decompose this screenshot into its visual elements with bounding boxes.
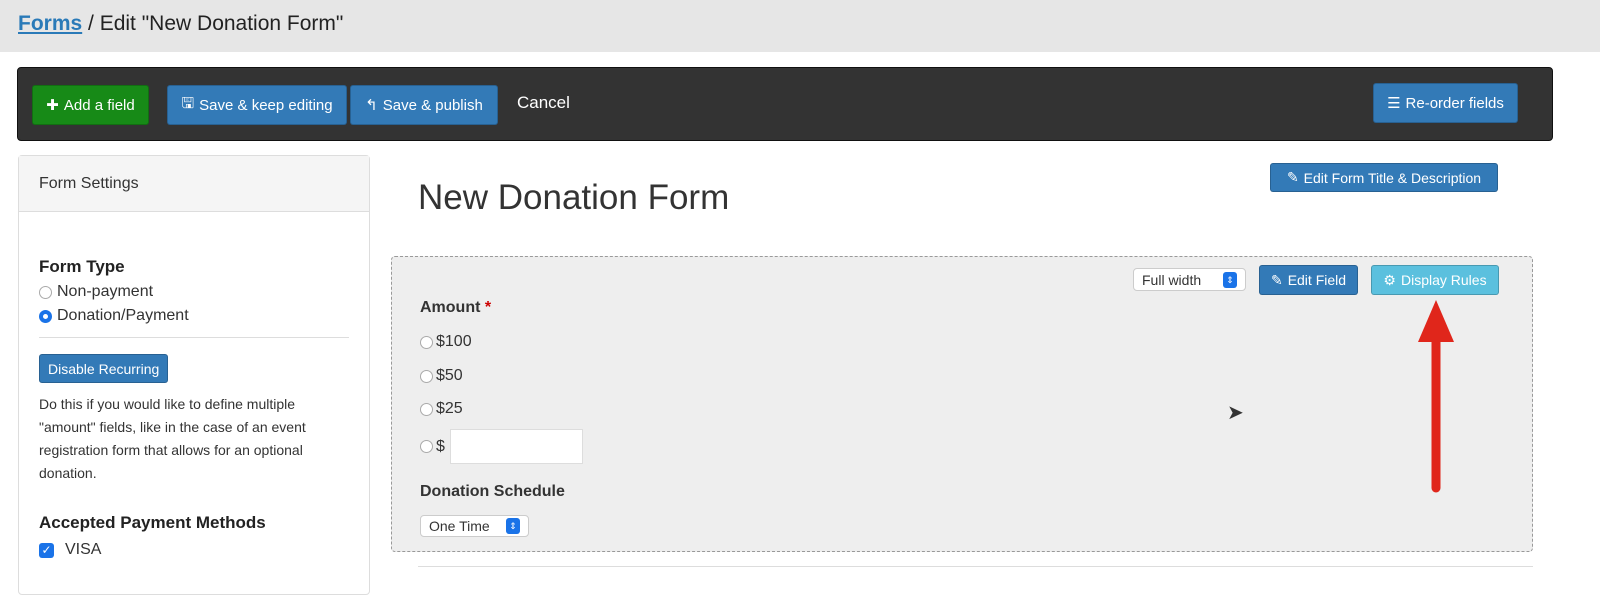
add-field-button[interactable]: ✚ Add a field <box>32 85 149 125</box>
option-label: $100 <box>436 333 472 350</box>
amount-label: Amount * <box>420 299 491 317</box>
radio-icon <box>39 285 52 299</box>
bars-icon: ☰ <box>1387 95 1401 112</box>
edit-field-label: Edit Field <box>1287 272 1347 288</box>
donation-schedule-label: Donation Schedule <box>420 483 565 500</box>
donation-schedule-select[interactable]: One Time ⇕ <box>420 515 529 537</box>
radio-icon <box>420 335 433 349</box>
radio-label: Non-payment <box>57 283 154 300</box>
amount-option-25[interactable]: $25 <box>420 400 463 418</box>
width-select[interactable]: Full width ⇕ <box>1133 268 1246 291</box>
amount-field-block[interactable]: Full width ⇕ ✎ Edit Field ⚙ Display Rules A… <box>391 256 1533 552</box>
edit-field-button[interactable]: ✎ Edit Field <box>1259 265 1358 295</box>
amount-option-custom[interactable]: $ <box>420 429 583 464</box>
mouse-cursor-icon: ➤ <box>1227 402 1244 424</box>
radio-donation-payment[interactable]: Donation/Payment <box>39 307 349 325</box>
custom-amount-input[interactable] <box>449 429 583 464</box>
form-settings-panel: Form Settings Form Type Non-payment Dona… <box>18 155 370 595</box>
gears-icon: ⚙ <box>1383 271 1396 288</box>
edit-title-label: Edit Form Title & Description <box>1303 169 1482 186</box>
divider <box>418 566 1533 567</box>
breadcrumb: Forms / Edit "New Donation Form" <box>18 12 343 36</box>
width-select-value: Full width <box>1142 271 1202 288</box>
reply-icon: ↰ <box>365 97 378 114</box>
breadcrumb-forms-link[interactable]: Forms <box>18 12 82 35</box>
breadcrumb-separator: / <box>82 12 100 35</box>
edit-icon: ✎ <box>1286 169 1299 185</box>
plus-icon: ✚ <box>46 97 59 114</box>
save-keep-label: Save & keep editing <box>199 96 333 114</box>
save-publish-button[interactable]: ↰ Save & publish <box>350 85 498 125</box>
radio-icon <box>420 440 433 453</box>
top-bar: Forms / Edit "New Donation Form" <box>0 0 1600 52</box>
disable-recurring-button[interactable]: Disable Recurring <box>39 354 169 383</box>
option-label: $25 <box>436 400 463 417</box>
form-title: New Donation Form <box>418 178 730 217</box>
panel-header: Form Settings <box>19 156 369 212</box>
radio-icon <box>420 369 433 383</box>
select-arrows-icon: ⇕ <box>1223 271 1237 288</box>
checkbox-checked-icon: ✓ <box>39 542 54 558</box>
edit-icon: ✎ <box>1270 271 1283 288</box>
payment-methods-label: Accepted Payment Methods <box>39 513 266 532</box>
red-arrow-annotation <box>1418 300 1454 493</box>
option-label: $ <box>436 437 445 455</box>
radio-checked-icon <box>39 309 52 323</box>
option-label: $50 <box>436 367 463 384</box>
display-rules-label: Display Rules <box>1400 272 1487 288</box>
cancel-link[interactable]: Cancel <box>517 93 570 113</box>
required-marker: * <box>484 299 492 316</box>
checkbox-visa[interactable]: ✓ VISA <box>39 541 349 559</box>
reorder-label: Re-order fields <box>1405 94 1504 112</box>
add-field-label: Add a field <box>63 96 135 114</box>
radio-non-payment[interactable]: Non-payment <box>39 283 349 301</box>
select-arrows-icon: ⇕ <box>506 518 520 534</box>
reorder-fields-button[interactable]: ☰ Re-order fields <box>1373 83 1518 123</box>
schedule-value: One Time <box>429 518 490 534</box>
edit-form-title-button[interactable]: ✎ Edit Form Title & Description <box>1270 163 1498 192</box>
amount-label-text: Amount <box>420 299 481 316</box>
help-text: Do this if you would like to define mult… <box>39 396 306 481</box>
save-keep-editing-button[interactable]: 🖫 Save & keep editing <box>167 85 347 125</box>
divider <box>39 337 349 338</box>
form-type-label: Form Type <box>39 257 125 276</box>
checkbox-label: VISA <box>65 541 102 558</box>
radio-icon <box>420 402 433 416</box>
floppy-icon: 🖫 <box>181 94 195 112</box>
toolbar: ✚ Add a field 🖫 Save & keep editing ↰ Save … <box>17 67 1553 141</box>
radio-label: Donation/Payment <box>57 307 189 324</box>
amount-option-100[interactable]: $100 <box>420 333 472 351</box>
amount-option-50[interactable]: $50 <box>420 367 463 385</box>
save-publish-label: Save & publish <box>382 96 483 114</box>
breadcrumb-current: Edit "New Donation Form" <box>99 12 344 35</box>
display-rules-button[interactable]: ⚙ Display Rules <box>1371 265 1499 295</box>
